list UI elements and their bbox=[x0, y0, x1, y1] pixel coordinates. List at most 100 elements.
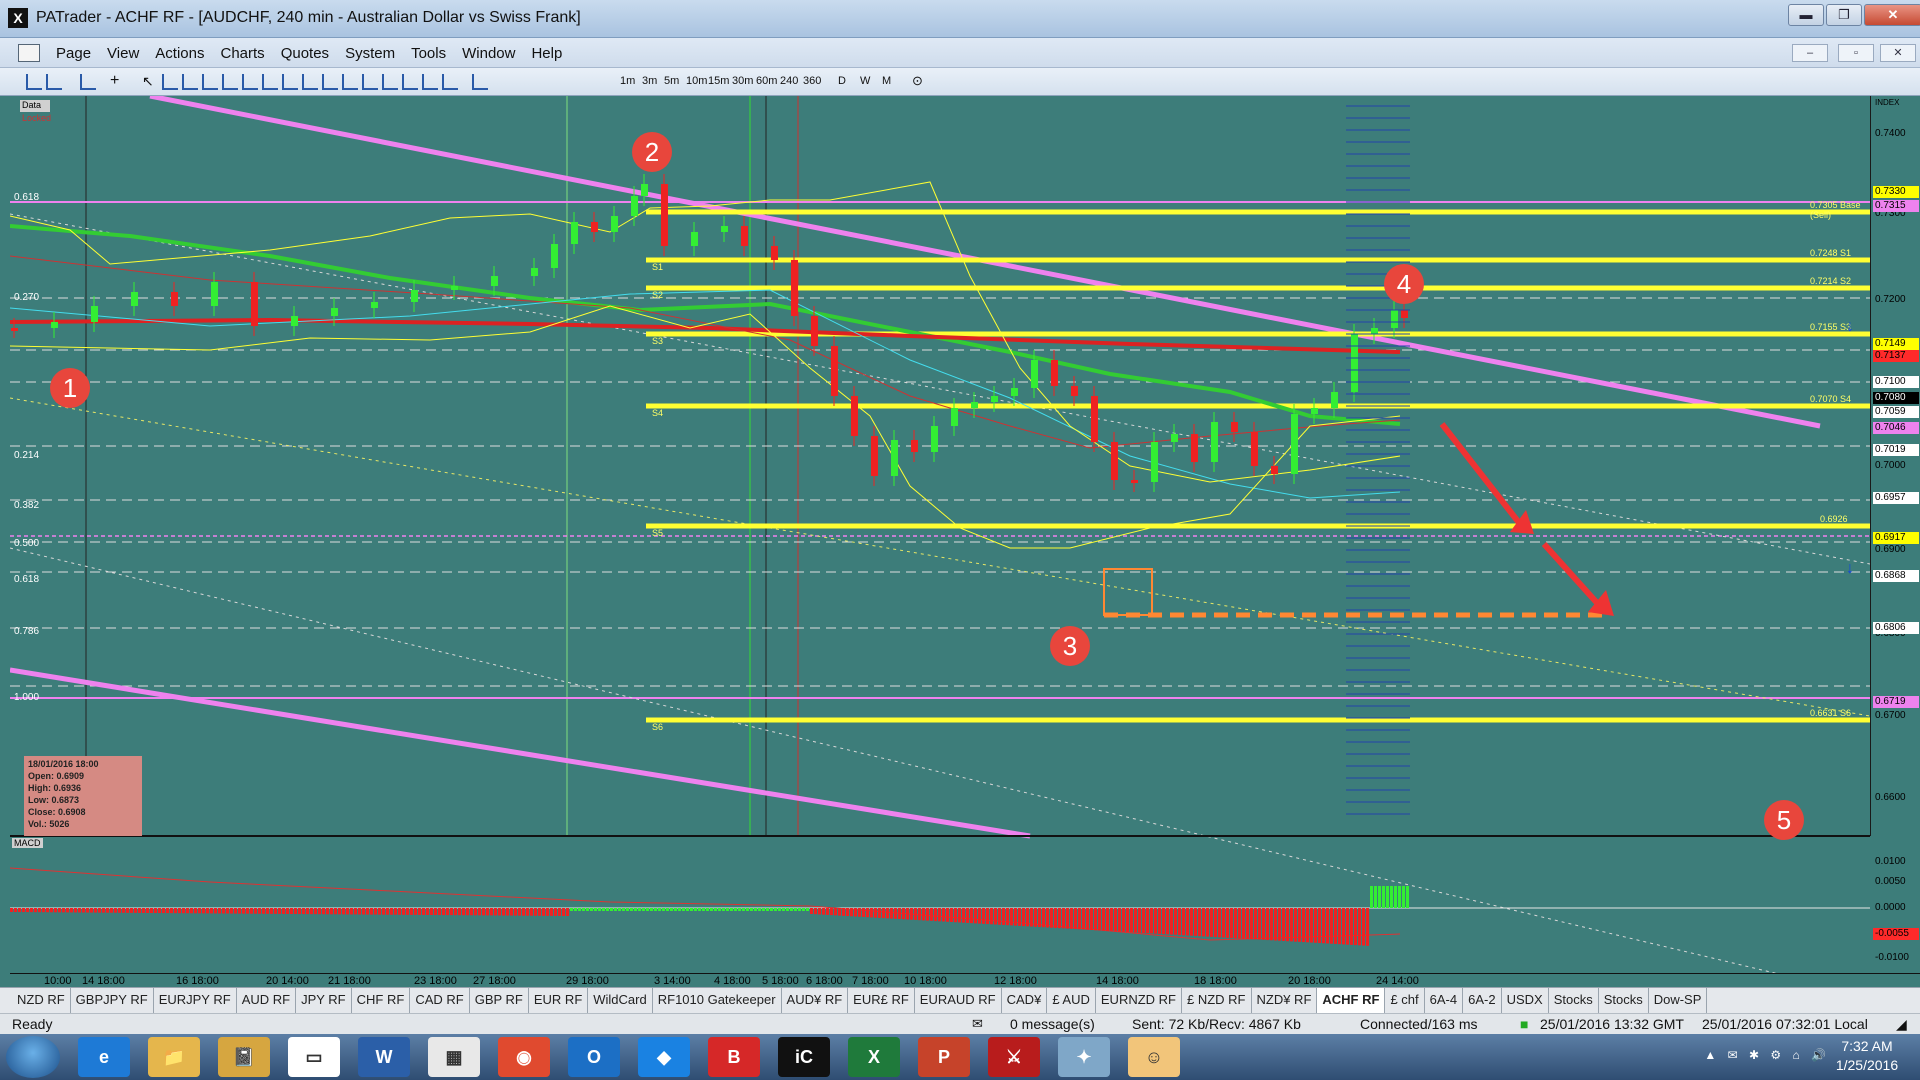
draw-fan-icon[interactable] bbox=[282, 74, 298, 90]
price-scale[interactable]: INDEX 0.7400 0.7300 0.7200 0.7100 0.7000… bbox=[1870, 96, 1920, 963]
sheet-tab[interactable]: EURJPY RF bbox=[154, 988, 237, 1013]
timeframe-3m[interactable]: 3m bbox=[642, 75, 657, 87]
sheet-tab[interactable]: GBP RF bbox=[470, 988, 529, 1013]
sheet-tab[interactable]: USDX bbox=[1502, 988, 1549, 1013]
sheet-tab[interactable]: EURAUD RF bbox=[915, 988, 1002, 1013]
draw-trendline-icon[interactable] bbox=[202, 74, 218, 90]
maximize-button[interactable]: ❐ bbox=[1826, 4, 1862, 26]
taskbar-app-icon[interactable]: ◉ bbox=[498, 1037, 550, 1077]
chart-type-icon[interactable] bbox=[80, 74, 96, 90]
draw-arc-icon[interactable] bbox=[302, 74, 318, 90]
draw-pitchfork-icon[interactable] bbox=[402, 74, 418, 90]
macd-label[interactable]: MACD bbox=[12, 838, 43, 848]
taskbar-app-icon[interactable]: ▭ bbox=[288, 1037, 340, 1077]
clock-icon[interactable]: ⊙ bbox=[912, 73, 923, 89]
data-label[interactable]: Data bbox=[20, 100, 50, 112]
taskbar-app-icon[interactable]: ☺ bbox=[1128, 1037, 1180, 1077]
menu-actions[interactable]: Actions bbox=[147, 45, 212, 62]
draw-rect-icon[interactable] bbox=[342, 74, 358, 90]
zoom-in-icon[interactable] bbox=[26, 74, 42, 90]
mdi-restore-button[interactable]: ▫ bbox=[1838, 44, 1874, 62]
taskbar-app-icon[interactable]: ◆ bbox=[638, 1037, 690, 1077]
sheet-tab[interactable]: WildCard bbox=[588, 988, 653, 1013]
sheet-tab[interactable]: 6A-4 bbox=[1425, 988, 1464, 1013]
taskbar-app-icon[interactable]: O bbox=[568, 1037, 620, 1077]
draw-gann-icon[interactable] bbox=[422, 74, 438, 90]
minimize-button[interactable]: ▬ bbox=[1788, 4, 1824, 26]
menu-page[interactable]: Page bbox=[48, 45, 99, 62]
menu-charts[interactable]: Charts bbox=[213, 45, 273, 62]
timeframe-1m[interactable]: 1m bbox=[620, 75, 635, 87]
timeframe-10m[interactable]: 10m bbox=[686, 75, 707, 87]
timeframe-360[interactable]: 360 bbox=[803, 75, 821, 87]
taskbar-app-icon[interactable]: 📓 bbox=[218, 1037, 270, 1077]
sheet-tab[interactable]: 6A-2 bbox=[1463, 988, 1502, 1013]
sheet-tab[interactable]: EUR RF bbox=[529, 988, 589, 1013]
timeframe-240[interactable]: 240 bbox=[780, 75, 798, 87]
draw-channel-icon[interactable] bbox=[222, 74, 238, 90]
system-tray[interactable]: ▲ ✉ ✱ ⚙ ⌂ 🔊 bbox=[1704, 1048, 1830, 1062]
status-messages[interactable]: 0 message(s) bbox=[1010, 1016, 1095, 1032]
sheet-tab[interactable]: EURNZD RF bbox=[1096, 988, 1182, 1013]
sheet-tab[interactable]: CAD¥ bbox=[1002, 988, 1048, 1013]
resize-grip-icon[interactable]: ◢ bbox=[1896, 1016, 1907, 1033]
mdi-minimize-button[interactable]: – bbox=[1792, 44, 1828, 62]
pointer-icon[interactable]: ↖ bbox=[142, 74, 158, 90]
mail-icon[interactable]: ✉ bbox=[972, 1016, 983, 1032]
sheet-tab[interactable]: GBPJPY RF bbox=[71, 988, 154, 1013]
sheet-tab[interactable]: £ chf bbox=[1385, 988, 1425, 1013]
chart-area[interactable]: Data Locked 0.618 0.270 0.214 0.382 0.50… bbox=[10, 96, 1870, 973]
draw-timezone-icon[interactable] bbox=[322, 74, 338, 90]
sheet-tab[interactable]: AUD RF bbox=[237, 988, 297, 1013]
taskbar-app-icon[interactable]: 📁 bbox=[148, 1037, 200, 1077]
draw-hline-icon[interactable] bbox=[162, 74, 178, 90]
timeframe-d[interactable]: D bbox=[838, 75, 846, 87]
start-button[interactable] bbox=[6, 1036, 60, 1078]
draw-cycle-icon[interactable] bbox=[442, 74, 458, 90]
sheet-tab[interactable]: Stocks bbox=[1549, 988, 1599, 1013]
menu-quotes[interactable]: Quotes bbox=[273, 45, 337, 62]
menu-view[interactable]: View bbox=[99, 45, 147, 62]
sheet-tab[interactable]: ACHF RF bbox=[1317, 988, 1386, 1013]
timeframe-15m[interactable]: 15m bbox=[708, 75, 729, 87]
sheet-tab[interactable]: RF1010 Gatekeeper bbox=[653, 988, 782, 1013]
timeframe-30m[interactable]: 30m bbox=[732, 75, 753, 87]
timeframe-m[interactable]: M bbox=[882, 75, 891, 87]
menu-window[interactable]: Window bbox=[454, 45, 523, 62]
taskbar-clock[interactable]: 7:32 AM 1/25/2016 bbox=[1832, 1037, 1902, 1075]
draw-fib-ext-icon[interactable] bbox=[262, 74, 278, 90]
zoom-out-icon[interactable] bbox=[46, 74, 62, 90]
taskbar-app-icon[interactable]: X bbox=[848, 1037, 900, 1077]
sheet-tab[interactable]: AUD¥ RF bbox=[782, 988, 849, 1013]
sheet-tab[interactable]: £ AUD bbox=[1047, 988, 1096, 1013]
chart-canvas[interactable] bbox=[10, 96, 1870, 973]
taskbar-app-icon[interactable]: P bbox=[918, 1037, 970, 1077]
taskbar-app-icon[interactable]: ✦ bbox=[1058, 1037, 1110, 1077]
menu-help[interactable]: Help bbox=[523, 45, 570, 62]
sheet-tab[interactable]: NZD RF bbox=[12, 988, 71, 1013]
sheet-tab[interactable]: CHF RF bbox=[352, 988, 411, 1013]
menu-system[interactable]: System bbox=[337, 45, 403, 62]
draw-text-icon[interactable] bbox=[362, 74, 378, 90]
taskbar-app-icon[interactable]: iC bbox=[778, 1037, 830, 1077]
taskbar-app-icon[interactable]: B bbox=[708, 1037, 760, 1077]
sheet-tab[interactable]: EUR£ RF bbox=[848, 988, 915, 1013]
sheet-tab[interactable]: NZD¥ RF bbox=[1252, 988, 1318, 1013]
draw-fib-icon[interactable] bbox=[242, 74, 258, 90]
draw-pen-icon[interactable] bbox=[472, 74, 488, 90]
draw-arrow-icon[interactable] bbox=[382, 74, 398, 90]
sheet-tab[interactable]: Dow-SP bbox=[1649, 988, 1708, 1013]
taskbar-app-icon[interactable]: ⚔ bbox=[988, 1037, 1040, 1077]
sheet-tab[interactable]: JPY RF bbox=[296, 988, 352, 1013]
sheet-tab[interactable]: Stocks bbox=[1599, 988, 1649, 1013]
timeframe-60m[interactable]: 60m bbox=[756, 75, 777, 87]
taskbar-app-icon[interactable]: e bbox=[78, 1037, 130, 1077]
close-button[interactable]: ✕ bbox=[1864, 4, 1920, 26]
crosshair-icon[interactable]: + bbox=[110, 73, 126, 90]
taskbar-app-icon[interactable]: ▦ bbox=[428, 1037, 480, 1077]
taskbar-app-icon[interactable]: W bbox=[358, 1037, 410, 1077]
menu-tools[interactable]: Tools bbox=[403, 45, 454, 62]
date-axis[interactable]: 10:00 14 18:00 16 18:00 20 14:00 21 18:00 23 … bbox=[10, 973, 1920, 987]
sheet-tab[interactable]: CAD RF bbox=[410, 988, 470, 1013]
sheet-tab[interactable]: £ NZD RF bbox=[1182, 988, 1252, 1013]
